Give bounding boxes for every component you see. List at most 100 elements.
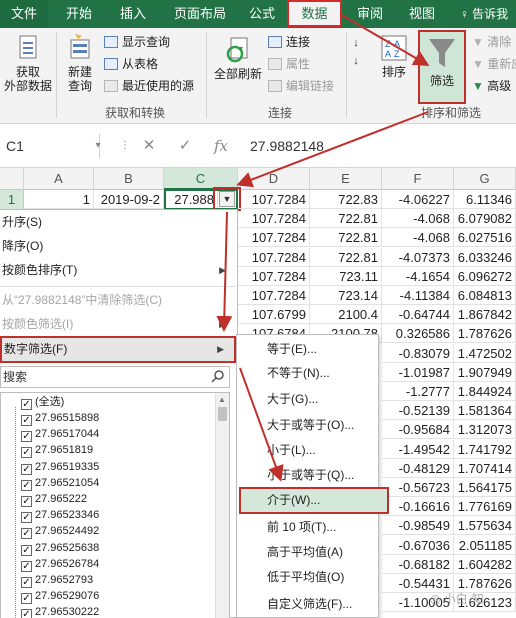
- tab-data[interactable]: 数据: [287, 0, 342, 27]
- submenu-below-average[interactable]: 低于平均值(O): [267, 565, 344, 590]
- new-query-button[interactable]: 新建 查询: [60, 32, 100, 93]
- cell-f[interactable]: -0.56723: [382, 478, 454, 497]
- cell-d[interactable]: 107.7284: [238, 247, 310, 267]
- cell-f[interactable]: -0.67036: [382, 535, 454, 555]
- menu-sort-descending[interactable]: 降序(O): [0, 234, 236, 259]
- clear-filter-button[interactable]: ▼ 清除: [472, 32, 511, 52]
- cell-e[interactable]: 722.81: [310, 209, 382, 229]
- cell-g[interactable]: 6.033246: [454, 247, 516, 267]
- cancel-edit-icon[interactable]: ✕: [138, 134, 160, 158]
- submenu-equals[interactable]: 等于(E)...: [267, 337, 317, 362]
- submenu-less-than[interactable]: 小于(L)...: [267, 438, 316, 463]
- confirm-edit-icon[interactable]: ✓: [174, 134, 196, 158]
- cell-f[interactable]: -1.01987: [382, 362, 454, 382]
- submenu-less-or-equal[interactable]: 小于或等于(Q)...: [267, 463, 354, 488]
- cell-b1[interactable]: 2019-09-2: [94, 190, 164, 209]
- cell-f[interactable]: -1.2777: [382, 382, 454, 401]
- cell-f[interactable]: -0.16616: [382, 497, 454, 517]
- cell-d[interactable]: 107.7284: [238, 228, 310, 248]
- cell-g[interactable]: 1.867842: [454, 305, 516, 325]
- list-item[interactable]: ✓ 27.96515898: [21, 411, 99, 426]
- column-header-b[interactable]: B: [94, 168, 164, 190]
- recent-sources-button[interactable]: 最近使用的源: [104, 76, 194, 96]
- cell-g[interactable]: 1.707414: [454, 458, 516, 478]
- scroll-thumb[interactable]: [218, 407, 227, 421]
- menu-sort-ascending[interactable]: 升序(S): [0, 210, 236, 235]
- get-external-data-button[interactable]: 获取 外部数据: [2, 34, 54, 93]
- cell-g[interactable]: 1.741792: [454, 439, 516, 459]
- cell-g[interactable]: 2.051185: [454, 535, 516, 555]
- list-item[interactable]: ✓ 27.96524492: [21, 524, 99, 540]
- cell-g[interactable]: 6.079082: [454, 209, 516, 229]
- cell-g[interactable]: 1.575634: [454, 516, 516, 536]
- cell-f[interactable]: -4.1654: [382, 266, 454, 286]
- column-header-g[interactable]: G: [454, 168, 516, 190]
- scroll-up-icon[interactable]: ▲: [218, 395, 226, 404]
- submenu-greater-or-equal[interactable]: 大于或等于(O)...: [267, 413, 354, 438]
- cell-e[interactable]: 722.81: [310, 228, 382, 248]
- show-queries-button[interactable]: 显示查询: [104, 32, 170, 52]
- cell-g[interactable]: 1.907949: [454, 362, 516, 382]
- cell-d[interactable]: 107.6799: [238, 305, 310, 325]
- submenu-greater-than[interactable]: 大于(G)...: [267, 387, 318, 412]
- tell-me-box[interactable]: ♀ 告诉我: [452, 0, 516, 28]
- tab-file[interactable]: 文件: [0, 0, 48, 28]
- list-item-select-all[interactable]: ✓ (全选): [21, 395, 64, 410]
- tab-insert[interactable]: 插入: [108, 0, 158, 28]
- list-item[interactable]: ✓ 27.96519335: [21, 460, 99, 475]
- cell-a1[interactable]: 1: [24, 190, 94, 209]
- submenu-custom-filter[interactable]: 自定义筛选(F)...: [267, 592, 352, 617]
- sort-button[interactable]: ZAAZ 排序: [378, 34, 410, 79]
- cell-f[interactable]: -4.068: [382, 209, 454, 229]
- cell-g[interactable]: 1.844924: [454, 382, 516, 401]
- cell-d[interactable]: 107.7284: [238, 286, 310, 305]
- list-item[interactable]: ✓ 27.96523346: [21, 508, 99, 524]
- list-scrollbar[interactable]: ▲: [215, 393, 229, 618]
- list-item[interactable]: ✓ 27.96529076: [21, 589, 99, 605]
- submenu-between[interactable]: 介于(W)...: [267, 488, 320, 513]
- cell-f[interactable]: -0.95684: [382, 420, 454, 440]
- properties-button[interactable]: 属性: [268, 54, 310, 74]
- cell-f[interactable]: -0.83079: [382, 343, 454, 363]
- column-header-f[interactable]: F: [382, 168, 454, 190]
- menu-number-filters[interactable]: 数字筛选(F) ▶: [0, 336, 236, 363]
- cell-g[interactable]: 1.581364: [454, 401, 516, 421]
- cell-g[interactable]: 6.11346: [454, 190, 516, 209]
- cell-g[interactable]: 1.776169: [454, 497, 516, 517]
- list-item[interactable]: ✓ 27.9652793: [21, 573, 93, 588]
- select-all-corner[interactable]: [0, 168, 24, 190]
- cell-f[interactable]: -4.068: [382, 228, 454, 248]
- cell-f[interactable]: -1.49542: [382, 439, 454, 459]
- tab-page-layout[interactable]: 页面布局: [164, 0, 236, 28]
- filter-button[interactable]: 筛选: [418, 30, 466, 104]
- cell-g[interactable]: 6.084813: [454, 286, 516, 305]
- list-item[interactable]: ✓ 27.96525638: [21, 541, 99, 556]
- cell-e[interactable]: 722.83: [310, 190, 382, 209]
- cell-e[interactable]: 723.11: [310, 266, 382, 286]
- cell-g[interactable]: 1.787626: [454, 324, 516, 344]
- column-header-a[interactable]: A: [24, 168, 94, 190]
- cell-d[interactable]: 107.7284: [238, 266, 310, 286]
- cell-g[interactable]: 1.312073: [454, 420, 516, 440]
- cell-f[interactable]: -0.64744: [382, 305, 454, 325]
- cell-f[interactable]: -0.52139: [382, 401, 454, 421]
- tab-home[interactable]: 开始: [56, 0, 102, 28]
- connections-button[interactable]: 连接: [268, 32, 310, 52]
- cell-e[interactable]: 2100.4: [310, 305, 382, 325]
- cell-f[interactable]: -0.48129: [382, 458, 454, 478]
- tab-view[interactable]: 视图: [400, 0, 444, 28]
- cell-f[interactable]: -0.68182: [382, 554, 454, 574]
- submenu-above-average[interactable]: 高于平均值(A): [267, 540, 343, 565]
- cell-d[interactable]: 107.7284: [238, 190, 310, 209]
- submenu-not-equals[interactable]: 不等于(N)...: [267, 361, 330, 386]
- cell-f[interactable]: -4.11384: [382, 286, 454, 305]
- tab-formulas[interactable]: 公式: [240, 0, 284, 28]
- cell-e[interactable]: 723.14: [310, 286, 382, 305]
- tab-review[interactable]: 审阅: [348, 0, 392, 28]
- name-box[interactable]: C1: [0, 134, 100, 158]
- from-table-button[interactable]: 从表格: [104, 54, 158, 74]
- list-item[interactable]: ✓ 27.965222: [21, 492, 87, 507]
- cell-f[interactable]: -0.98549: [382, 516, 454, 536]
- formula-input[interactable]: 27.9882148: [250, 134, 324, 158]
- sort-az-icon[interactable]: ↓ ↓: [350, 34, 362, 70]
